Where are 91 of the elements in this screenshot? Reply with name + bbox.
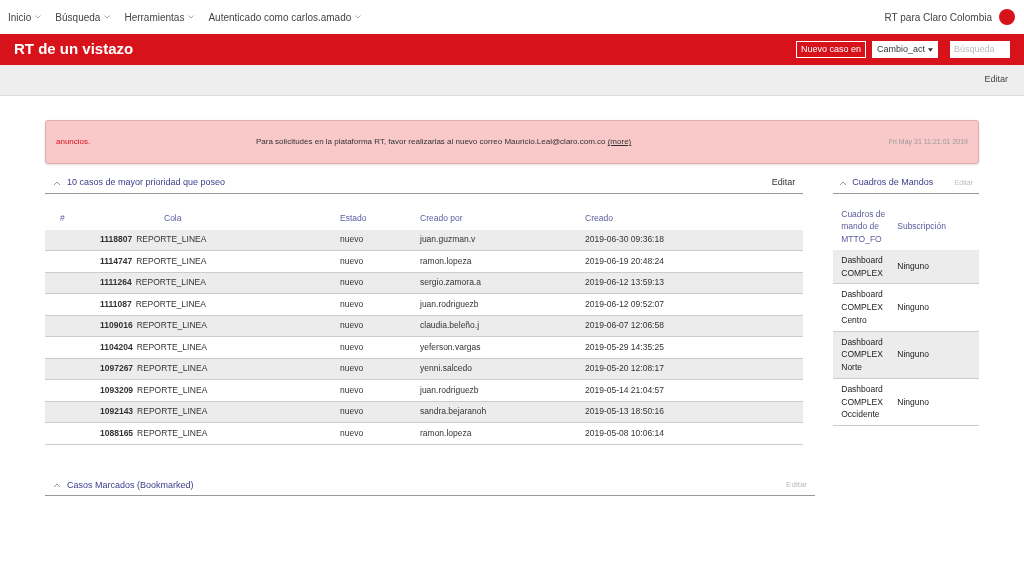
ticket-id[interactable]: 1093209 xyxy=(100,383,134,397)
ticket-id[interactable]: 1111264 xyxy=(100,276,132,290)
status-cell: nuevo xyxy=(340,341,364,352)
ticket-id[interactable]: 1111087 xyxy=(100,297,132,311)
section-title[interactable]: 10 casos de mayor prioridad que poseo xyxy=(67,176,226,190)
dashboard-link[interactable]: Dashboard COMPLEX Norte xyxy=(841,335,894,374)
creator-cell: juan.rodriguezb xyxy=(420,298,479,309)
created-cell: 2019-05-20 12:08:17 xyxy=(585,362,664,376)
dropdown-arrow-icon xyxy=(928,47,933,52)
ticket-id[interactable]: 1118807 xyxy=(100,233,133,247)
column-header[interactable]: Cola xyxy=(110,207,340,230)
queue-cell: REPORTE_LINEA xyxy=(137,426,208,440)
column-header[interactable]: Creado por xyxy=(420,207,585,230)
creator-cell: sandra.bejaranoh xyxy=(420,406,487,417)
ticket-id[interactable]: 1092143 xyxy=(100,405,134,419)
column-header[interactable]: Creado xyxy=(585,207,804,230)
created-cell: 2019-06-19 20:48:24 xyxy=(585,254,664,268)
chevron-down-icon[interactable] xyxy=(355,15,362,19)
chevron-down-icon[interactable] xyxy=(188,15,195,19)
queue-cell: REPORTE_LINEA xyxy=(135,297,206,311)
subscription-cell-text: Ninguno xyxy=(896,260,929,273)
creator-cell: juan.guzman.v xyxy=(420,234,476,245)
created-cell: 2019-06-07 12:06:58 xyxy=(585,319,664,333)
search-field[interactable]: Búsqueda xyxy=(950,40,1010,59)
subscription-cell-text: Ninguno xyxy=(896,395,929,409)
queue-cell: REPORTE_LINEA xyxy=(135,276,206,290)
queue-cell: REPORTE_LINEA xyxy=(136,319,207,333)
creator-cell: yenni.salcedo xyxy=(420,363,472,374)
queue-cell: REPORTE_LINEA xyxy=(137,362,208,376)
announcement-message: Para solicitudes en la plataforma RT, favor realizarlas al nuevo correo Mauricio.Leal@claro.com.co (more) xyxy=(256,136,633,148)
creator-cell: ramon.lopeza xyxy=(420,255,472,266)
section-title[interactable]: Casos Marcados (Bookmarked) xyxy=(67,478,194,492)
new-ticket-button[interactable]: Nuevo caso en xyxy=(795,40,866,59)
chevron-down-icon[interactable] xyxy=(35,15,42,19)
dashboard-link[interactable]: Dashboard COMPLEX Occidente xyxy=(841,382,894,421)
status-cell: nuevo xyxy=(340,406,364,417)
queue-cell: REPORTE_LINEA xyxy=(137,405,208,419)
nav-menu-item[interactable]: Autenticado como carlos.amado xyxy=(208,9,352,25)
created-cell: 2019-05-14 21:04:57 xyxy=(585,383,664,397)
creator-cell: claudia.beleño.j xyxy=(420,320,480,331)
chevron-down-icon[interactable] xyxy=(104,15,111,19)
status-cell: nuevo xyxy=(340,363,364,374)
collapse-caret-icon[interactable] xyxy=(53,179,61,186)
creator-cell: juan.rodriguezb xyxy=(420,384,479,395)
announcement-label: anuncios. xyxy=(56,136,92,148)
creator-cell: sergio.zamora.a xyxy=(420,277,481,288)
queue-cell: REPORTE_LINEA xyxy=(136,340,207,354)
ticket-id[interactable]: 1104204 xyxy=(100,340,133,354)
creator-cell: yeferson.vargas xyxy=(420,341,481,352)
created-cell: 2019-06-30 09:36:18 xyxy=(585,233,664,247)
creator-cell: ramon.lopeza xyxy=(420,427,472,438)
collapse-caret-icon[interactable] xyxy=(839,179,848,186)
created-cell: 2019-06-12 09:52:07 xyxy=(585,297,664,311)
queue-cell: REPORTE_LINEA xyxy=(136,254,207,268)
dashboard-link[interactable]: Dashboard COMPLEX xyxy=(841,253,894,280)
created-cell: 2019-05-29 14:35:25 xyxy=(585,340,664,354)
status-cell: nuevo xyxy=(340,234,364,245)
column-header[interactable]: Subscripción xyxy=(893,220,946,233)
collapse-caret-icon[interactable] xyxy=(53,482,61,489)
created-cell: 2019-05-08 10:06:14 xyxy=(585,426,664,440)
page-title: RT de un vistazo xyxy=(14,39,134,60)
dashboard-link[interactable]: Dashboard COMPLEX Centro xyxy=(841,288,894,327)
status-cell: nuevo xyxy=(340,255,364,266)
logo-icon xyxy=(998,8,1016,26)
edit-link[interactable]: Editar xyxy=(984,73,1008,87)
section-title[interactable]: Cuadros de Mandos xyxy=(852,176,934,190)
subscription-cell-text: Ninguno xyxy=(896,348,929,361)
nav-menu-item[interactable]: Búsqueda xyxy=(55,9,101,25)
edit-link[interactable]: Editar xyxy=(771,176,796,190)
ticket-id[interactable]: 1097267 xyxy=(100,362,134,376)
nav-menu-item[interactable]: Inicio xyxy=(8,9,32,25)
brand-text: RT para Claro Colombia xyxy=(884,10,992,25)
ticket-id[interactable]: 1109016 xyxy=(100,319,133,333)
nav-menu-item[interactable]: Herramientas xyxy=(124,9,185,25)
ticket-id[interactable]: 1088165 xyxy=(100,426,134,440)
status-cell: nuevo xyxy=(340,427,364,438)
subscription-cell-text: Ninguno xyxy=(896,301,929,314)
column-header[interactable]: Estado xyxy=(340,207,420,230)
more-link[interactable]: (more) xyxy=(607,137,632,146)
column-header[interactable]: # xyxy=(45,207,110,230)
ticket-id[interactable]: 1114747 xyxy=(100,254,133,268)
created-cell: 2019-05-13 18:50:16 xyxy=(585,405,664,419)
status-cell: nuevo xyxy=(340,320,364,331)
queue-cell: REPORTE_LINEA xyxy=(136,233,207,247)
status-cell: nuevo xyxy=(340,298,364,309)
status-cell: nuevo xyxy=(340,277,364,288)
created-cell: 2019-06-12 13:59:13 xyxy=(585,276,664,290)
queue-select[interactable]: Cambio_act xyxy=(872,40,938,59)
queue-cell: REPORTE_LINEA xyxy=(137,383,208,397)
status-cell: nuevo xyxy=(340,384,364,395)
column-header[interactable]: Cuadros de mando de MTTO_FO xyxy=(841,207,894,246)
